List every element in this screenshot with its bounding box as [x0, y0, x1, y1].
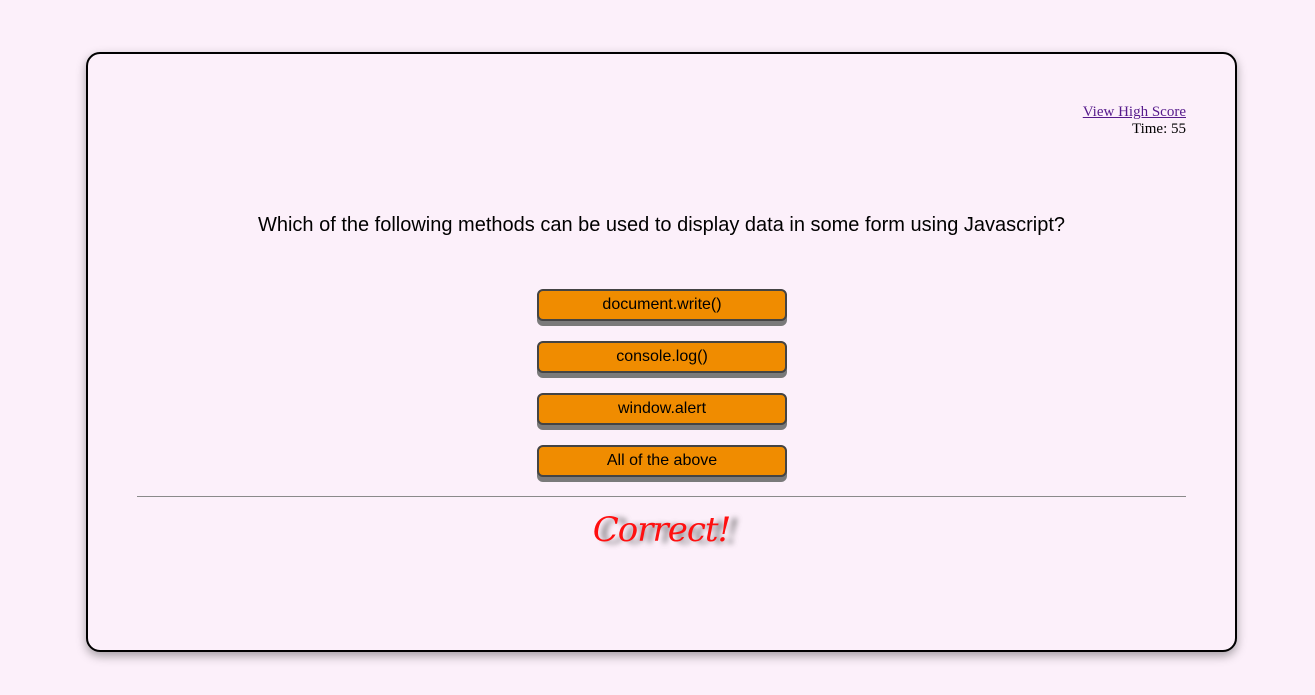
time-value: 55: [1171, 121, 1186, 137]
divider: [137, 496, 1186, 497]
answer-list: document.write() console.log() window.al…: [537, 289, 787, 497]
result-feedback: Correct!: [592, 510, 731, 550]
answer-button-2[interactable]: console.log(): [537, 341, 787, 373]
header-info: View High Score Time: 55: [1083, 104, 1186, 138]
view-high-score-link[interactable]: View High Score: [1083, 104, 1186, 120]
answer-button-3[interactable]: window.alert: [537, 393, 787, 425]
answer-button-4[interactable]: All of the above: [537, 445, 787, 477]
time-label: Time:: [1131, 121, 1168, 137]
timer: Time: 55: [1132, 121, 1186, 137]
quiz-card: View High Score Time: 55 Which of the fo…: [86, 52, 1237, 652]
question-text: Which of the following methods can be us…: [257, 214, 1066, 236]
answer-button-1[interactable]: document.write(): [537, 289, 787, 321]
